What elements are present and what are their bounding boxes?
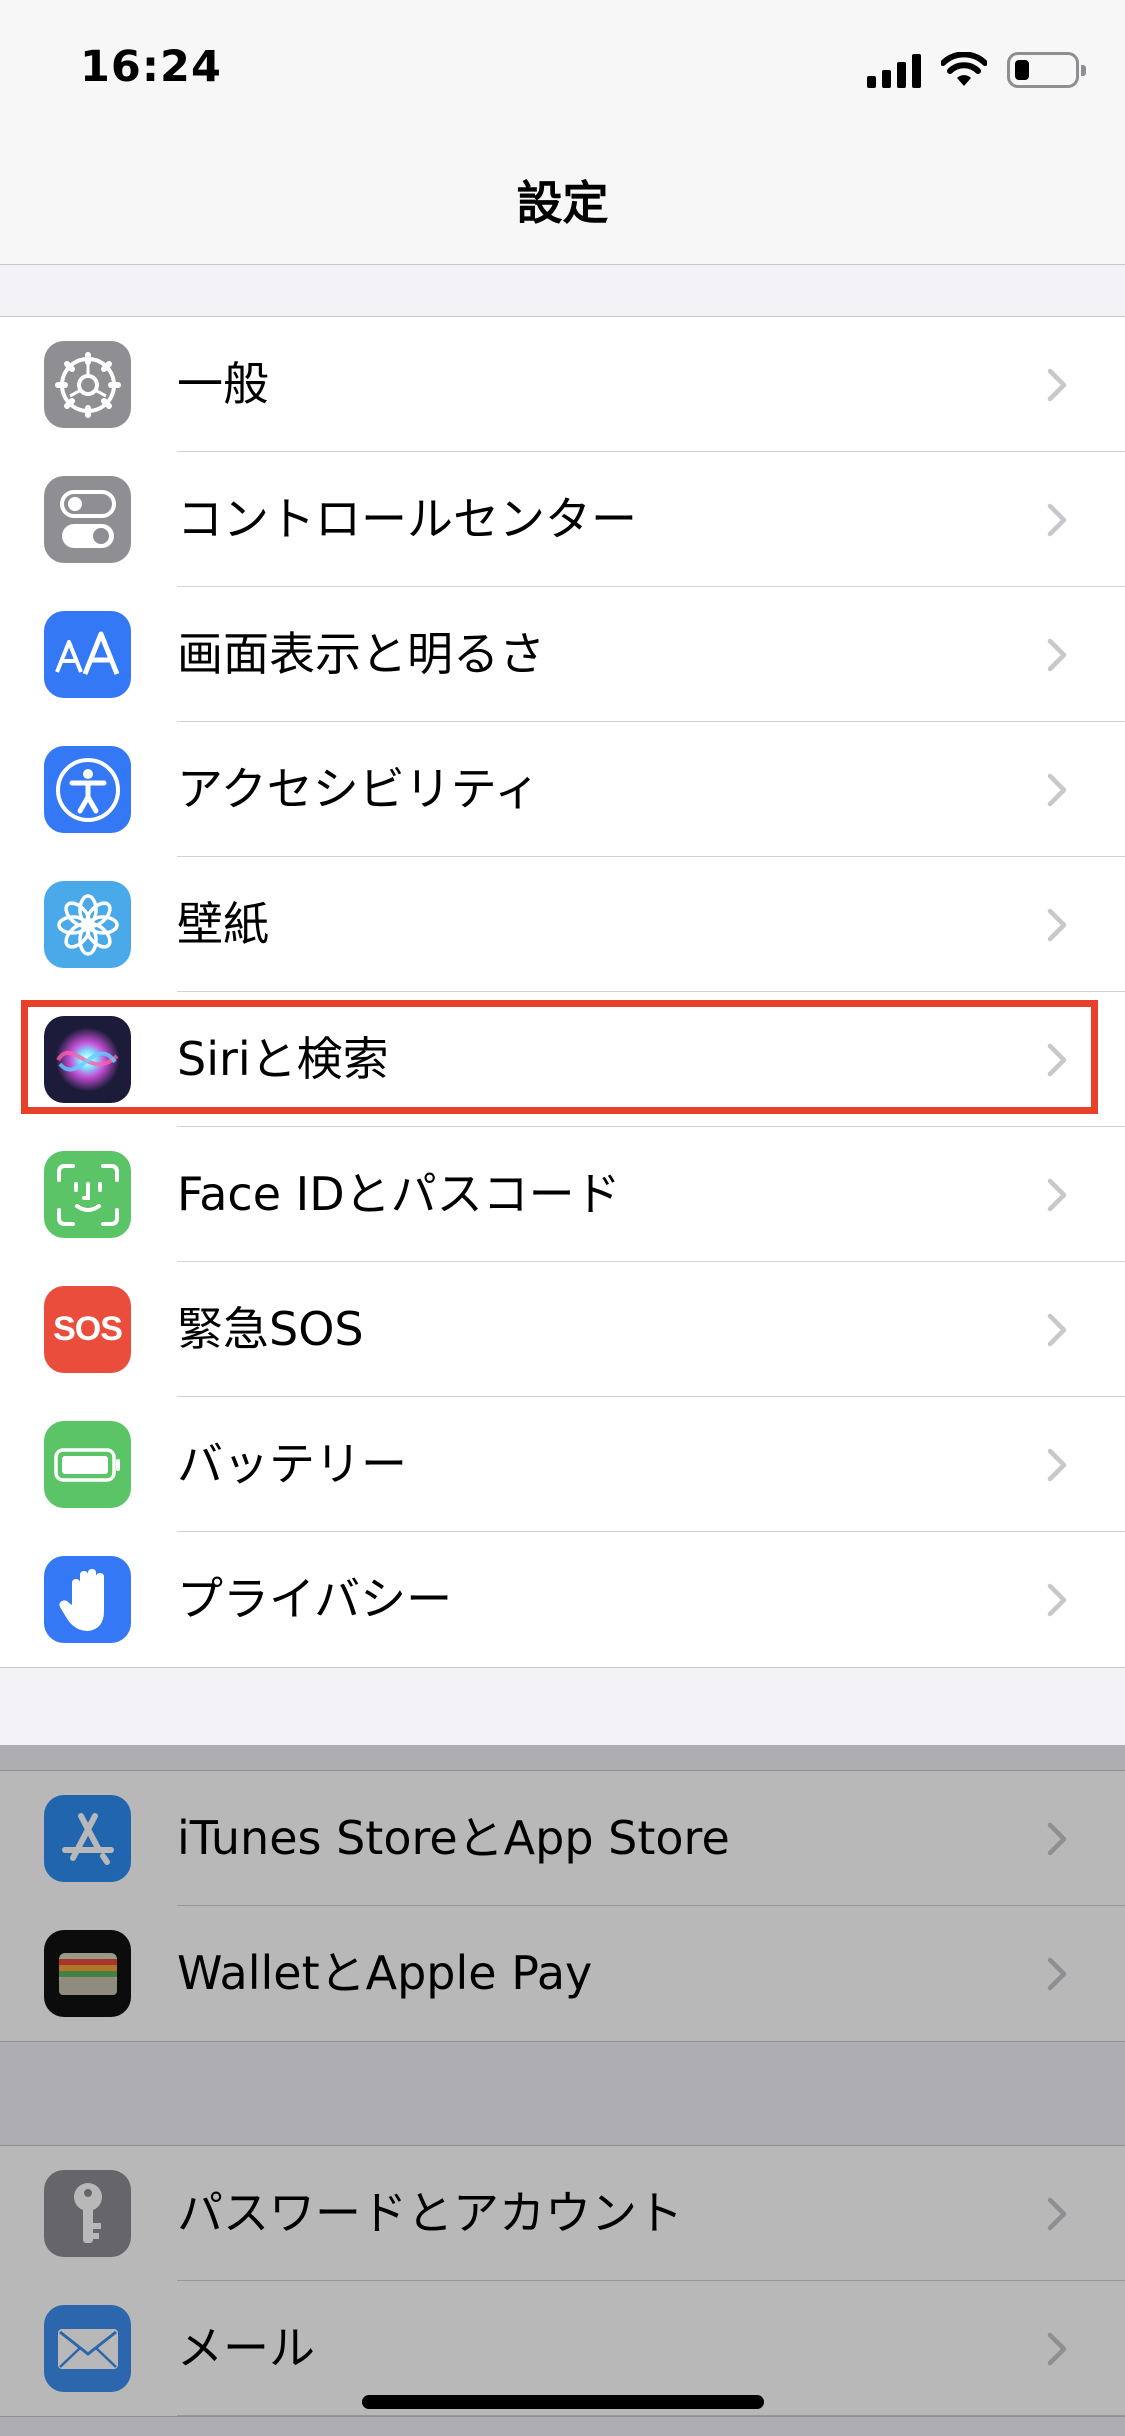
settings-row-face-id-passcode[interactable]: Face IDとパスコード (0, 1127, 1125, 1262)
settings-group-1: 一般 コントロールセンター 画面表示と明るさ アクセシビリティ 壁紙 Siriと… (0, 316, 1125, 1668)
settings-row-label: メール (177, 2321, 315, 2375)
app-store-icon (44, 1795, 131, 1882)
chevron-right-icon (1047, 908, 1067, 942)
settings-row-label: コントロールセンター (177, 492, 637, 546)
key-icon (44, 2170, 131, 2257)
chevron-right-icon (1047, 1178, 1067, 1212)
chevron-right-icon (1047, 2197, 1067, 2231)
battery-setting-icon (44, 1421, 131, 1508)
settings-row-privacy[interactable]: プライバシー (0, 1532, 1125, 1667)
sos-icon: SOS (44, 1286, 131, 1373)
settings-row-wallpaper[interactable]: 壁紙 (0, 857, 1125, 992)
chevron-right-icon (1047, 503, 1067, 537)
settings-row-label: パスワードとアカウント (177, 2186, 683, 2240)
mail-icon (44, 2305, 131, 2392)
settings-row-general[interactable]: 一般 (0, 317, 1125, 452)
settings-row-label: Face IDとパスコード (177, 1167, 621, 1221)
wifi-icon (941, 52, 987, 86)
settings-row-label: 緊急SOS (177, 1302, 364, 1356)
gear-icon (44, 341, 131, 428)
battery-icon (1007, 52, 1086, 88)
chevron-right-icon (1047, 2332, 1067, 2366)
battery-fill (1015, 60, 1029, 80)
chevron-right-icon (1047, 773, 1067, 807)
chevron-right-icon (1047, 1313, 1067, 1347)
settings-row-label: 一般 (177, 357, 269, 411)
toggles-icon (44, 476, 131, 563)
status-icons (867, 48, 1086, 92)
settings-row-battery[interactable]: バッテリー (0, 1397, 1125, 1532)
chevron-right-icon (1047, 638, 1067, 672)
status-time: 16:24 (80, 42, 222, 92)
settings-row-label: 壁紙 (177, 897, 269, 951)
status-bar: 16:24 (0, 0, 1125, 135)
sos-icon-text: SOS (53, 1310, 123, 1348)
chevron-right-icon (1047, 1822, 1067, 1856)
wallet-icon (44, 1930, 131, 2017)
chevron-right-icon (1047, 368, 1067, 402)
settings-row-label: WalletとApple Pay (177, 1946, 593, 2000)
settings-row-passwords-accounts[interactable]: パスワードとアカウント (0, 2146, 1125, 2281)
settings-row-label: iTunes StoreとApp Store (177, 1811, 730, 1865)
settings-row-label: バッテリー (177, 1437, 407, 1491)
text-size-icon (44, 611, 131, 698)
navigation-bar: 設定 (0, 135, 1125, 265)
settings-row-label: 画面表示と明るさ (177, 627, 545, 681)
settings-row-display-brightness[interactable]: 画面表示と明るさ (0, 587, 1125, 722)
settings-row-wallet-apple-pay[interactable]: WalletとApple Pay (0, 1906, 1125, 2041)
settings-row-itunes-app-store[interactable]: iTunes StoreとApp Store (0, 1771, 1125, 1906)
accessibility-icon (44, 746, 131, 833)
face-id-icon (44, 1151, 131, 1238)
settings-row-control-center[interactable]: コントロールセンター (0, 452, 1125, 587)
settings-row-emergency-sos[interactable]: SOS 緊急SOS (0, 1262, 1125, 1397)
chevron-right-icon (1047, 1957, 1067, 1991)
settings-group-2: iTunes StoreとApp Store WalletとApple Pay (0, 1770, 1125, 2042)
settings-row-label: アクセシビリティ (177, 762, 540, 816)
highlight-box (21, 1000, 1098, 1114)
settings-group-3: パスワードとアカウント メール (0, 2145, 1125, 2417)
page-title: 設定 (516, 175, 609, 230)
chevron-right-icon (1047, 1448, 1067, 1482)
flower-icon (44, 881, 131, 968)
cellular-signal-icon (867, 52, 921, 88)
settings-row-label: プライバシー (177, 1572, 453, 1626)
home-indicator[interactable] (362, 2395, 764, 2409)
settings-row-accessibility[interactable]: アクセシビリティ (0, 722, 1125, 857)
hand-icon (44, 1556, 131, 1643)
chevron-right-icon (1047, 1583, 1067, 1617)
